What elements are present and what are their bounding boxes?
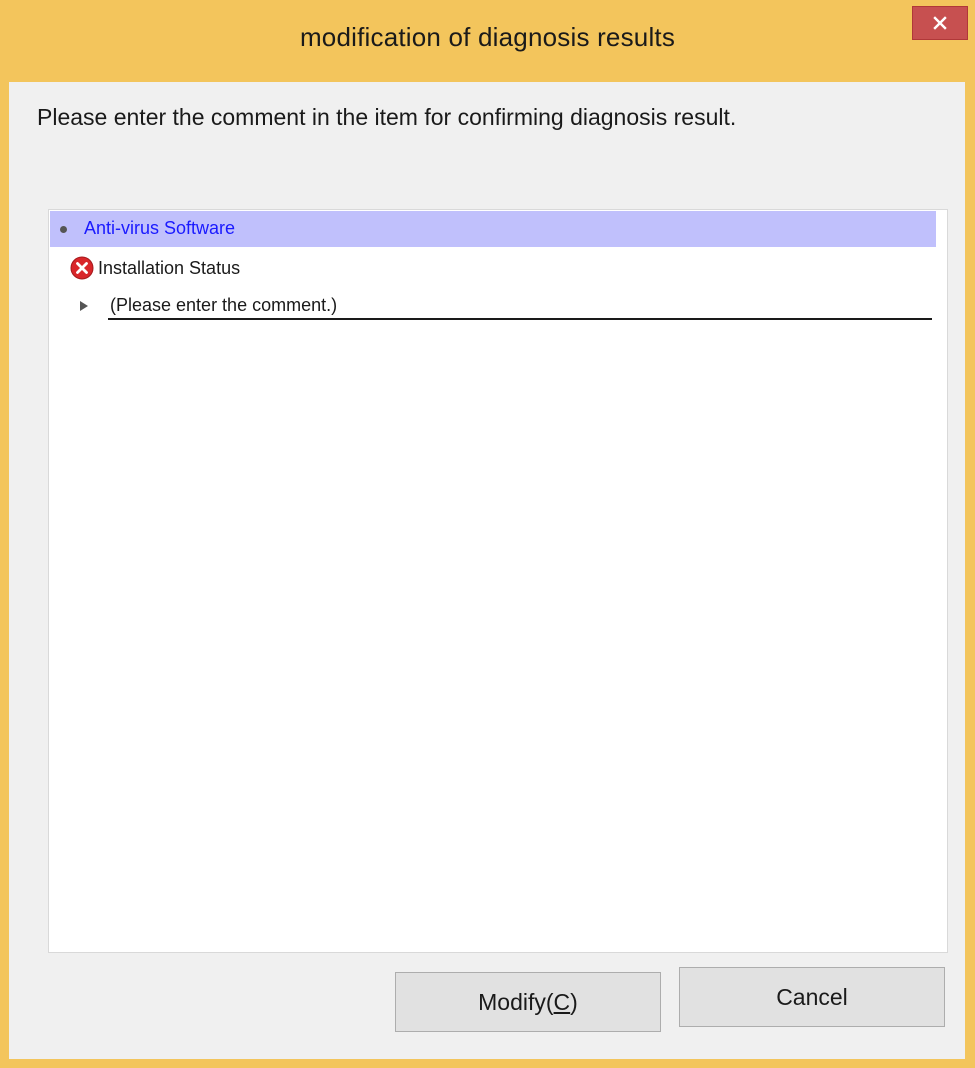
list-item-diagnosis[interactable]: Installation Status (50, 250, 936, 286)
modify-button-label-suffix: ) (570, 988, 578, 1015)
dialog-client-area: Please enter the comment in the item for… (9, 82, 965, 1059)
category-label: Anti-virus Software (84, 218, 236, 238)
list-item-category[interactable]: Anti-virus Software (50, 211, 936, 247)
comment-input[interactable] (108, 292, 932, 320)
modify-button-label-prefix: Modify( (478, 988, 554, 1015)
bullet-dot-icon (60, 226, 67, 233)
title-bar[interactable]: modification of diagnosis results (0, 0, 975, 82)
instruction-text: Please enter the comment in the item for… (37, 104, 737, 130)
close-button[interactable] (912, 6, 968, 40)
modify-button[interactable]: Modify(C) (395, 972, 661, 1032)
diagnosis-list: Anti-virus Software Installation Status (48, 209, 948, 953)
dialog-window: modification of diagnosis results Please… (0, 0, 975, 1068)
close-icon (933, 16, 947, 30)
list-item-comment (50, 288, 936, 326)
cancel-button[interactable]: Cancel (679, 967, 945, 1027)
window-title: modification of diagnosis results (299, 22, 676, 52)
cancel-button-label: Cancel (776, 983, 848, 1010)
error-icon (70, 256, 94, 280)
expander-triangle-icon[interactable] (80, 301, 88, 311)
modify-accelerator-key: C (553, 988, 571, 1015)
diagnosis-item-label: Installation Status (98, 258, 241, 278)
